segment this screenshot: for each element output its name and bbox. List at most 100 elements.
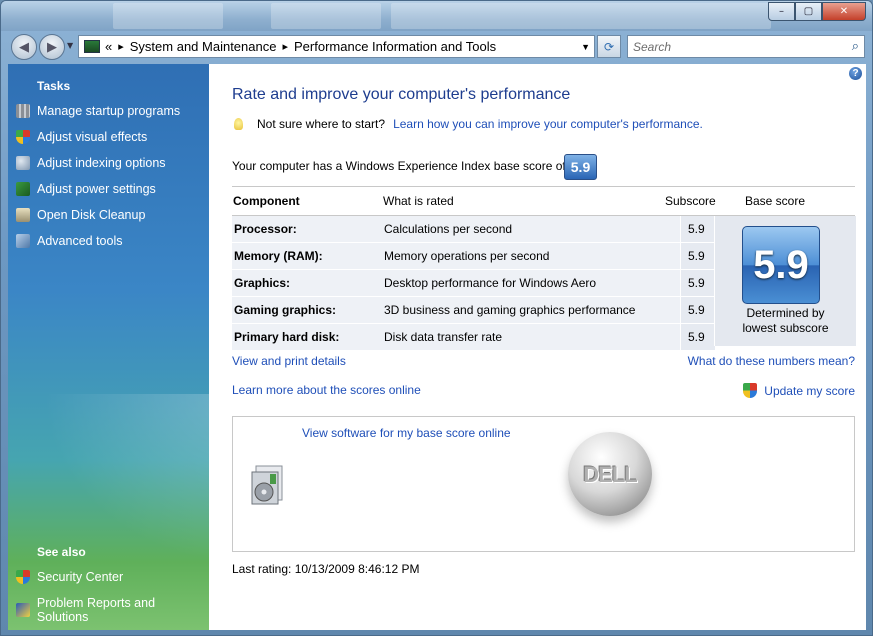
lightbulb-icon <box>234 118 243 130</box>
header-base-score: Base score <box>745 194 806 208</box>
task-label[interactable]: Open Disk Cleanup <box>37 208 145 222</box>
table-row: Processor: Calculations per second 5.9 <box>232 216 715 243</box>
breadcrumb-separator-icon[interactable]: ▸ <box>118 40 124 53</box>
task-label[interactable]: Adjust visual effects <box>37 130 147 144</box>
software-panel: View software for my base score online D… <box>232 416 855 552</box>
back-arrow-icon[interactable]: ◀ <box>11 34 37 60</box>
security-shield-icon <box>16 570 30 584</box>
learn-improve-link[interactable]: Learn how you can improve your computer'… <box>393 117 703 131</box>
disk-cleanup-icon <box>16 208 30 222</box>
search-box[interactable]: Search ⌕ <box>627 35 865 58</box>
what-rated: Disk data transfer rate <box>384 330 503 344</box>
tip-text: Not sure where to start? <box>257 117 386 131</box>
base-caption-line: lowest subscore <box>742 321 829 335</box>
breadcrumb-system-maintenance[interactable]: System and Maintenance <box>130 39 277 54</box>
task-pane-decoration <box>8 394 209 594</box>
view-print-details-link[interactable]: View and print details <box>232 354 346 368</box>
component-name: Graphics: <box>234 276 291 290</box>
shield-icon <box>16 130 30 144</box>
table-header: Component What is rated Subscore Base sc… <box>232 186 855 216</box>
title-bar-glass <box>113 3 223 29</box>
table-row: Primary hard disk: Disk data transfer ra… <box>232 324 715 351</box>
uac-shield-icon <box>743 383 758 398</box>
table-row: Gaming graphics: 3D business and gaming … <box>232 297 715 324</box>
task-disk-cleanup[interactable]: Open Disk Cleanup <box>16 208 145 222</box>
view-software-link[interactable]: View software for my base score online <box>302 426 511 440</box>
links-row-1: View and print details What do these num… <box>232 354 855 368</box>
task-label[interactable]: Adjust power settings <box>37 182 156 196</box>
indexing-icon <box>16 156 30 170</box>
wei-text: Your computer has a Windows Experience I… <box>232 159 566 173</box>
see-also-security-center[interactable]: Security Center <box>16 570 123 584</box>
app-window: – ▢ ✕ ◀ ▶ ▼ « ▸ System and Maintenance ▸… <box>0 0 873 636</box>
task-advanced-tools[interactable]: Advanced tools <box>16 234 122 248</box>
help-icon[interactable]: ? <box>849 67 862 80</box>
navigation-bar: ◀ ▶ ▼ « ▸ System and Maintenance ▸ Perfo… <box>1 31 872 61</box>
task-pane: Tasks Manage startup programs Adjust vis… <box>8 64 209 630</box>
maximize-button[interactable]: ▢ <box>795 2 822 21</box>
what-rated: Calculations per second <box>384 222 513 236</box>
caption-buttons: – ▢ ✕ <box>768 2 866 21</box>
subscore-value: 5.9 <box>688 222 705 236</box>
update-score-link[interactable]: Update my score <box>764 384 855 398</box>
subscore-value: 5.9 <box>688 276 705 290</box>
task-adjust-visual-effects[interactable]: Adjust visual effects <box>16 130 147 144</box>
task-adjust-indexing[interactable]: Adjust indexing options <box>16 156 166 170</box>
address-dropdown-icon[interactable]: ▼ <box>581 42 590 52</box>
task-label[interactable]: Advanced tools <box>37 234 122 248</box>
tools-icon <box>16 234 30 248</box>
score-table: Component What is rated Subscore Base sc… <box>232 186 856 351</box>
table-row: Graphics: Desktop performance for Window… <box>232 270 715 297</box>
task-label[interactable]: Manage startup programs <box>37 104 180 118</box>
problem-reports-icon <box>16 603 30 617</box>
base-score-caption: Determined by lowest subscore <box>715 306 856 336</box>
software-box-icon <box>251 465 283 505</box>
breadcrumb-separator-icon[interactable]: ▸ <box>282 40 288 53</box>
what-rated: Desktop performance for Windows Aero <box>384 276 597 290</box>
forward-arrow-icon[interactable]: ▶ <box>39 34 65 60</box>
title-bar-glass <box>271 3 381 29</box>
main-content: ? Rate and improve your computer's perfo… <box>209 64 866 630</box>
page-title: Rate and improve your computer's perform… <box>232 86 571 103</box>
header-what-rated: What is rated <box>383 194 454 208</box>
address-bar[interactable]: « ▸ System and Maintenance ▸ Performance… <box>78 35 595 58</box>
what-rated: Memory operations per second <box>384 249 550 263</box>
recent-pages-dropdown-icon[interactable]: ▼ <box>67 41 73 50</box>
component-name: Processor: <box>234 222 297 236</box>
see-also-heading: See also <box>37 545 86 559</box>
component-name: Primary hard disk: <box>234 330 340 344</box>
refresh-icon[interactable]: ⟳ <box>597 35 621 58</box>
last-rating: Last rating: 10/13/2009 8:46:12 PM <box>232 562 420 576</box>
close-button[interactable]: ✕ <box>822 2 866 21</box>
task-adjust-power[interactable]: Adjust power settings <box>16 182 156 196</box>
dell-logo: DELL <box>568 432 652 516</box>
base-score-box: 5.9 Determined by lowest subscore <box>714 216 856 346</box>
see-also-problem-reports[interactable]: Problem Reports and Solutions <box>16 596 209 624</box>
component-name: Gaming graphics: <box>234 303 337 317</box>
startup-icon <box>16 104 30 118</box>
learn-more-scores-link[interactable]: Learn more about the scores online <box>232 383 421 397</box>
minimize-button[interactable]: – <box>768 2 795 21</box>
subscore-value: 5.9 <box>688 330 705 344</box>
control-panel-icon <box>84 40 100 53</box>
what-numbers-mean-link[interactable]: What do these numbers mean? <box>688 354 855 368</box>
title-bar-glass <box>391 3 771 29</box>
base-caption-line: Determined by <box>746 306 825 320</box>
breadcrumb-performance-tools[interactable]: Performance Information and Tools <box>294 39 496 54</box>
search-icon[interactable]: ⌕ <box>852 39 859 54</box>
see-also-label[interactable]: Security Center <box>37 570 123 584</box>
see-also-label[interactable]: Problem Reports and Solutions <box>37 596 209 624</box>
wei-score-badge: 5.9 <box>564 154 597 180</box>
task-label[interactable]: Adjust indexing options <box>37 156 166 170</box>
tip-row: Not sure where to start? Learn how you c… <box>234 117 703 131</box>
header-subscore: Subscore <box>665 194 716 208</box>
title-bar[interactable]: – ▢ ✕ <box>1 1 872 31</box>
base-score-badge: 5.9 <box>742 226 820 304</box>
breadcrumb-overflow[interactable]: « <box>105 39 112 54</box>
subscore-value: 5.9 <box>688 249 705 263</box>
subscore-value: 5.9 <box>688 303 705 317</box>
update-score-container[interactable]: Update my score <box>743 383 855 398</box>
search-input[interactable]: Search <box>628 40 671 54</box>
task-manage-startup[interactable]: Manage startup programs <box>16 104 180 118</box>
header-component: Component <box>233 194 300 208</box>
